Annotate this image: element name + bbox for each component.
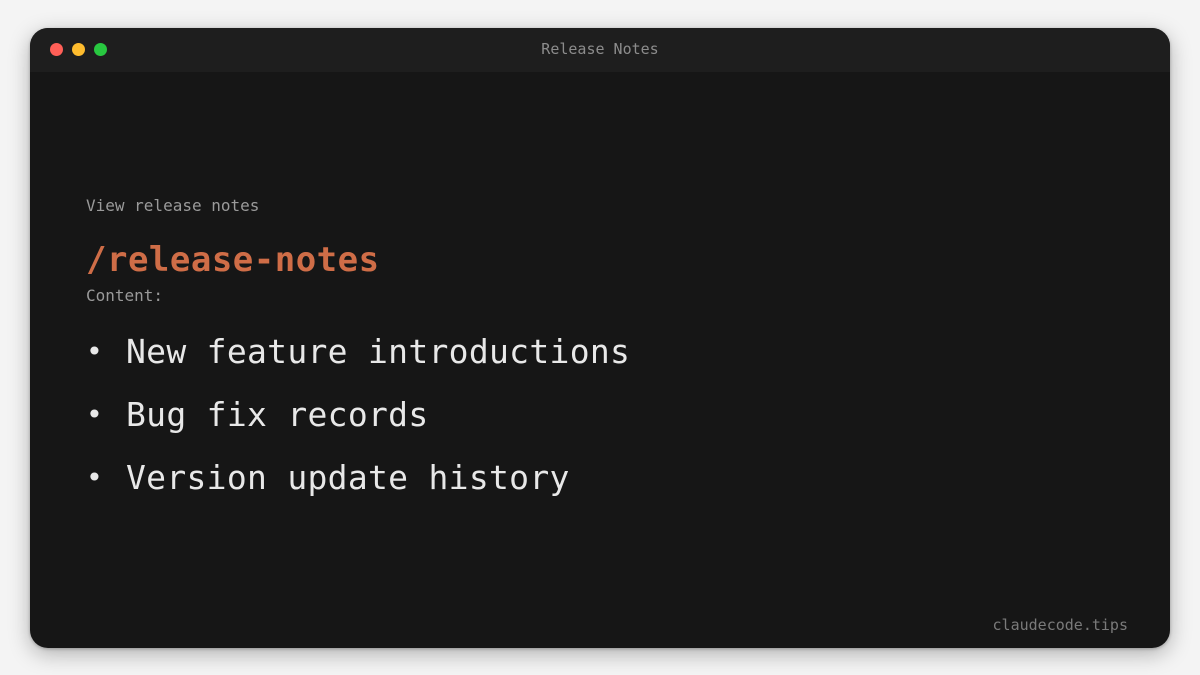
feature-list: • New feature introductions • Bug fix re… [86,332,1126,498]
list-item: • Bug fix records [86,395,1126,435]
bullet-icon: • [86,461,104,494]
window-title: Release Notes [541,40,659,58]
list-item-text: Bug fix records [126,395,429,434]
list-item-text: New feature introductions [126,332,631,371]
list-item-text: Version update history [126,458,570,497]
list-item: • New feature introductions [86,332,1126,372]
bullet-icon: • [86,398,104,431]
bullet-icon: • [86,335,104,368]
list-item: • Version update history [86,458,1126,498]
main-content: View release notes /release-notes Conten… [86,196,1126,521]
subtitle: View release notes [86,196,260,215]
title-bar: Release Notes [30,28,1170,72]
watermark: claudecode.tips [992,616,1128,634]
content-label: Content: [86,286,164,305]
command-name: /release-notes [86,240,380,280]
terminal-window: Release Notes View release notes /releas… [30,28,1170,648]
